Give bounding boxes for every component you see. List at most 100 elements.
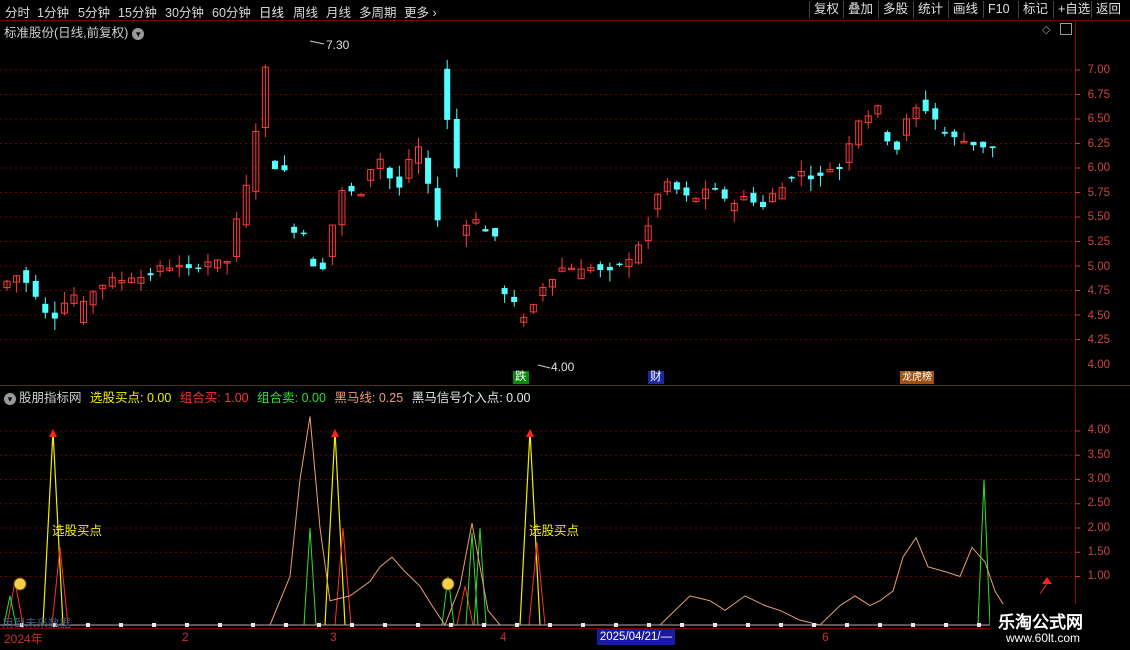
low-marker-line [537, 364, 551, 369]
price-tick: 6.25 [1087, 138, 1110, 150]
candle-body-down [673, 182, 680, 190]
candle-body-down [616, 263, 623, 266]
signal-dot [647, 623, 651, 627]
time-label: 3 [330, 630, 337, 644]
candle-body-down [817, 172, 824, 176]
signal-dot [977, 623, 981, 627]
candle-body-down [492, 228, 499, 237]
legend-value: 0.25 [378, 391, 404, 405]
signal-dot [548, 623, 552, 627]
candle-body-down [980, 141, 987, 148]
candle-body-down [836, 166, 843, 170]
signal-dot [614, 623, 618, 627]
legend-label: 组合买 [179, 391, 218, 405]
buy-point-annotation: 选股买点 [529, 524, 580, 538]
indicator-tick: 1.50 [1087, 546, 1110, 558]
signal-dot [449, 623, 453, 627]
buy-arrow-icon [526, 429, 534, 437]
signal-dot [944, 623, 948, 627]
candle-body-down [195, 267, 202, 270]
indicator-tick: 2.00 [1087, 522, 1110, 534]
indicator-tick: 4.00 [1087, 424, 1110, 436]
price-tick: 4.00 [1087, 359, 1110, 371]
legend-value: 0.00 [146, 391, 172, 405]
candle-body-down [386, 167, 393, 179]
candle-body-down [147, 273, 154, 276]
signal-dot [878, 623, 882, 627]
signal-dot [350, 623, 354, 627]
candle-body-down [989, 146, 996, 149]
indicator-tick: 2.50 [1087, 497, 1110, 509]
buy-arrow-tail [1039, 583, 1048, 595]
signal-dot [251, 623, 255, 627]
candle-body-down [453, 118, 460, 169]
candle-body-down [434, 188, 441, 221]
chevron-down-icon[interactable]: ▾ [4, 392, 16, 405]
signal-dot [218, 623, 222, 627]
price-tick: 6.00 [1087, 162, 1110, 174]
signal-dot [515, 623, 519, 627]
price-tick: 5.75 [1087, 187, 1110, 199]
candle-body-down [721, 189, 728, 199]
signal-dot [86, 623, 90, 627]
legend-buy-point: 选股买点: 0.00 [90, 391, 172, 405]
price-tick: 5.50 [1087, 211, 1110, 223]
candle-body-down [185, 264, 192, 269]
candle-body-down [501, 288, 508, 295]
candle-body-down [712, 187, 719, 190]
event-tag-finance[interactable]: 财 [648, 371, 664, 384]
price-tick: 5.25 [1087, 236, 1110, 248]
candle-body-down [291, 226, 298, 233]
buy-point-annotation: 选股买点 [52, 524, 103, 538]
candle-body-down [922, 99, 929, 112]
signal-dot [845, 623, 849, 627]
candle-body-down [750, 192, 757, 203]
combo-buy-spike [528, 542, 546, 626]
indicator-tick: 3.00 [1087, 473, 1110, 485]
buy-arrow-icon [331, 429, 339, 437]
candle-body-down [759, 201, 766, 208]
candle-body-down [511, 296, 518, 303]
candle-body-down [884, 132, 891, 142]
price-tick: 7.00 [1087, 64, 1110, 76]
indicator-name: 股朋指标网 [19, 391, 82, 405]
money-bag-icon [13, 577, 27, 591]
candle-body-down [606, 266, 613, 271]
candle-body-down [597, 264, 604, 270]
signal-dot [812, 623, 816, 627]
legend-label: 黑马线 [334, 391, 372, 405]
candle-body-down [893, 141, 900, 150]
time-axis: 2024年 2 3 4 6 2025/04/21/— [0, 628, 1075, 647]
signal-dot [119, 623, 123, 627]
watermark-title: 乐淘公式网 [998, 613, 1083, 632]
candle-body-down [42, 303, 49, 313]
event-tag-dragon-tiger[interactable]: 龙虎榜 [900, 371, 934, 384]
time-label: 4 [500, 630, 507, 644]
event-tag-drop[interactable]: 跌 [513, 371, 529, 384]
darkhorse-line [269, 416, 1011, 627]
signal-dot [713, 623, 717, 627]
signal-dot [581, 623, 585, 627]
money-bag-icon [441, 577, 455, 591]
legend-value: 1.00 [224, 391, 249, 405]
signal-dot [680, 623, 684, 627]
price-tick: 5.00 [1087, 261, 1110, 273]
kline-chart[interactable] [0, 0, 1130, 650]
candle-body-down [271, 160, 278, 170]
watermark-url: www.60lt.com [1006, 631, 1081, 645]
candle-body-down [310, 258, 317, 267]
time-label: 2024年 [4, 632, 43, 646]
candle-body-down [482, 229, 489, 232]
legend-combo-sell: 组合卖: 0.00 [257, 391, 326, 405]
buy-arrow-icon [49, 429, 57, 437]
candle-body-down [444, 68, 451, 120]
legend-value: 0.00 [506, 391, 531, 405]
signal-dot [383, 623, 387, 627]
indicator-tick: 3.50 [1087, 449, 1110, 461]
candle-body-down [348, 185, 355, 192]
legend-combo-buy: 组合买: 1.00 [179, 391, 249, 405]
high-marker-line [309, 40, 325, 45]
price-tick: 6.75 [1087, 89, 1110, 101]
watermark: 乐淘公式网 www.60lt.com [990, 604, 1130, 650]
signal-dot [779, 623, 783, 627]
